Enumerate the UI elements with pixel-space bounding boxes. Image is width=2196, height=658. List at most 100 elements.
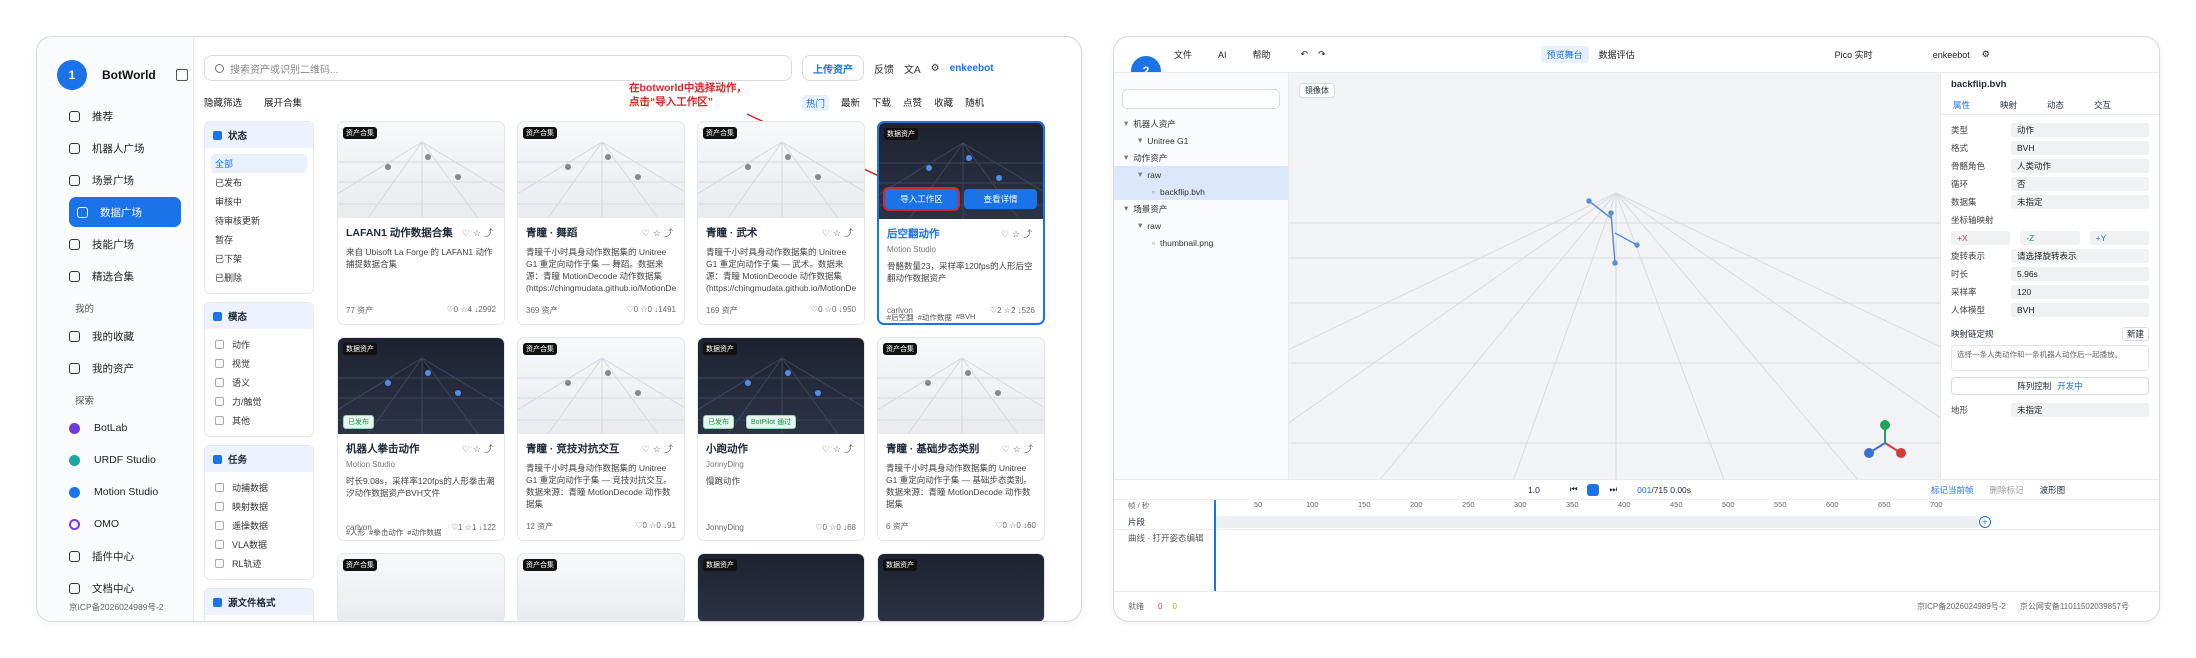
tree-item[interactable]: ▾ raw [1114, 217, 1288, 234]
asset-card[interactable]: 资产合集 [337, 553, 505, 621]
nav-omo[interactable]: OMO [67, 509, 183, 539]
timeline-ruler[interactable]: 帧 / 秒 50 100 150 200 250 300 350 400 450 500 550 60… [1114, 500, 2159, 514]
nav-botlab[interactable]: BotLab [67, 413, 183, 443]
tab-mapping[interactable]: 映射 [2000, 99, 2017, 111]
nav-skill-square[interactable]: 技能广场 [67, 229, 183, 259]
card-actions[interactable]: ♡☆⤴ [462, 442, 496, 455]
3d-viewport[interactable]: 镜像体 [1289, 73, 1940, 479]
redo-icon[interactable]: ↷ [1318, 49, 1326, 60]
task-retarget[interactable]: 映射数据 [211, 497, 307, 516]
sidebar-toggle-icon[interactable] [175, 69, 188, 81]
status-pending-update[interactable]: 待审核更新 [211, 211, 307, 230]
status-draft[interactable]: 暂存 [211, 230, 307, 249]
next-frame-icon[interactable]: ⏭ [1609, 484, 1617, 495]
view-details-button[interactable]: 查看详情 [964, 189, 1037, 209]
prop-value[interactable]: 否 [2011, 177, 2149, 191]
tree-item[interactable]: ▾ 场景资产 [1114, 200, 1288, 217]
hide-filter-button[interactable]: 隐藏筛选 [204, 95, 242, 109]
task-mocap[interactable]: 动捕数据 [211, 478, 307, 497]
status-all[interactable]: 全部 [211, 154, 307, 173]
status-deleted[interactable]: 已删除 [211, 268, 307, 287]
user-menu-right[interactable]: enkeebot [1933, 50, 1970, 60]
modality-vision[interactable]: 视觉 [211, 354, 307, 373]
prop-value[interactable]: 请选择旋转表示 [2011, 249, 2149, 263]
checkbox[interactable] [215, 359, 224, 368]
prop-value[interactable]: BVH [2011, 303, 2149, 317]
play-button[interactable] [1587, 483, 1600, 496]
nav-docs-center[interactable]: 文档中心 [67, 573, 183, 603]
import-workspace-button[interactable]: 导入工作区 [883, 187, 960, 211]
tree-item[interactable]: ▾ raw [1114, 166, 1288, 183]
asset-card[interactable]: 资产合集 ♡☆⤴ 青瞳 · 舞蹈 青瞳千小时具身动作数据集的 Unitree G1 重… [517, 121, 685, 325]
pico-live-button[interactable]: Pico 实时 [1835, 48, 1873, 61]
nav-featured[interactable]: 精选合集 [67, 261, 183, 291]
search-input[interactable]: 搜索资产或识别二维码... [204, 55, 792, 81]
tab-preview-stage[interactable]: 预览舞台 [1540, 46, 1589, 63]
tab-data-eval[interactable]: 数据评估 [1599, 48, 1635, 61]
card-actions[interactable]: ♡☆⤴ [822, 442, 856, 455]
asset-card[interactable]: 资产合集 [517, 553, 685, 621]
tree-item[interactable]: ▾ Unitree G1 [1114, 132, 1288, 149]
asset-card[interactable]: 资产合集 ♡☆⤴ 青瞳 · 基础步态类别 青瞳千小时具身动作数据集的 Unitree … [877, 337, 1045, 541]
nav-motion-studio[interactable]: Motion Studio [67, 477, 183, 507]
card-actions[interactable]: ♡☆⤴ [1002, 442, 1036, 455]
task-vla[interactable]: VLA数据 [211, 535, 307, 554]
asset-card[interactable]: 资产合集 ♡☆⤴ 青瞳 · 竞技对抗交互 青瞳千小时具身动作数据集的 Unitree … [517, 337, 685, 541]
status-reviewing[interactable]: 审核中 [211, 192, 307, 211]
modality-force[interactable]: 力/触觉 [211, 392, 307, 411]
undo-icon[interactable]: ↶ [1301, 49, 1309, 60]
card-thumbnail[interactable]: 资产合集 [878, 338, 1044, 434]
checkbox[interactable] [215, 340, 224, 349]
menu-file[interactable]: 文件 [1174, 48, 1192, 61]
asset-card[interactable]: 资产合集 ♡☆⤴ LAFAN1 动作数据合集 来自 Ubisoft La Forge … [337, 121, 505, 325]
card-thumbnail[interactable]: 数据资产 已发布 BotPilot 通过 [698, 338, 864, 434]
checkbox[interactable] [215, 521, 224, 530]
prop-value[interactable]: BVH [2011, 141, 2149, 155]
waveform-button[interactable]: 波形图 [2040, 484, 2066, 496]
card-thumbnail[interactable]: 数据资产 导入工作区 查看详情 [879, 123, 1043, 219]
card-thumbnail[interactable]: 资产合集 [518, 554, 684, 621]
current-frame[interactable]: 001 [1637, 485, 1651, 495]
tab-dynamics[interactable]: 动态 [2047, 99, 2064, 111]
timeline-track-clip[interactable]: 片段 + [1114, 514, 2159, 530]
card-thumbnail[interactable]: 资产合集 [338, 122, 504, 218]
asset-card[interactable]: 数据资产 已发布 BotPilot 通过 ♡☆⤴ 小跑动作 JonnyDing 慢跑动作 Jo… [697, 337, 865, 541]
modality-semantic[interactable]: 语义 [211, 373, 307, 392]
asset-card[interactable]: 数据资产 导入工作区 查看详情 ♡☆⤴ 后空翻动作 Motion Studio 骨骼数量23… [877, 121, 1045, 325]
tab-interaction[interactable]: 交互 [2094, 99, 2111, 111]
asset-card[interactable]: 资产合集 ♡☆⤴ 青瞳 · 武术 青瞳千小时具身动作数据集的 Unitree G1 重… [697, 121, 865, 325]
tab-properties[interactable]: 属性 [1953, 99, 1970, 111]
tree-item[interactable]: ▫ thumbnail.png [1114, 234, 1288, 251]
card-actions[interactable]: ♡☆⤴ [642, 442, 676, 455]
translate-icon[interactable]: 文A [904, 61, 921, 76]
prop-value[interactable]: 5.96s [2011, 267, 2149, 281]
nav-data-square[interactable]: 数据广场 [69, 197, 181, 227]
checkbox[interactable] [215, 416, 224, 425]
nav-urdf-studio[interactable]: URDF Studio [67, 445, 183, 475]
card-thumbnail[interactable]: 资产合集 [518, 338, 684, 434]
sort-favorite[interactable]: 收藏 [934, 95, 953, 111]
sort-download[interactable]: 下载 [872, 95, 891, 111]
checkbox[interactable] [215, 483, 224, 492]
mark-frame-button[interactable]: 标记当前帧 [1931, 484, 1974, 496]
status-published[interactable]: 已发布 [211, 173, 307, 192]
upload-button[interactable]: 上传资产 [802, 55, 864, 81]
task-rl[interactable]: RL轨迹 [211, 554, 307, 573]
card-actions[interactable]: ♡☆⤴ [462, 226, 496, 239]
expand-collection-button[interactable]: 展开合集 [264, 95, 302, 109]
sort-hot[interactable]: 热门 [802, 95, 830, 111]
feedback-button[interactable]: 反馈 [874, 61, 894, 76]
playhead[interactable] [1214, 500, 1216, 591]
status-offline[interactable]: 已下架 [211, 249, 307, 268]
prev-frame-icon[interactable]: ⏮ [1570, 484, 1578, 495]
menu-ai[interactable]: AI [1218, 50, 1227, 60]
asset-card[interactable]: 数据资产 [877, 553, 1045, 621]
modality-motion[interactable]: 动作 [211, 335, 307, 354]
speed-readout[interactable]: 1.0 [1528, 485, 1540, 495]
menu-help[interactable]: 帮助 [1253, 48, 1271, 61]
card-thumbnail[interactable]: 资产合集 [338, 554, 504, 621]
tree-item[interactable]: ▫ backflip.bvh [1114, 183, 1288, 200]
card-thumbnail[interactable]: 资产合集 [518, 122, 684, 218]
delete-mark-button[interactable]: 删除标记 [1990, 484, 2024, 496]
sort-like[interactable]: 点赞 [903, 95, 922, 111]
